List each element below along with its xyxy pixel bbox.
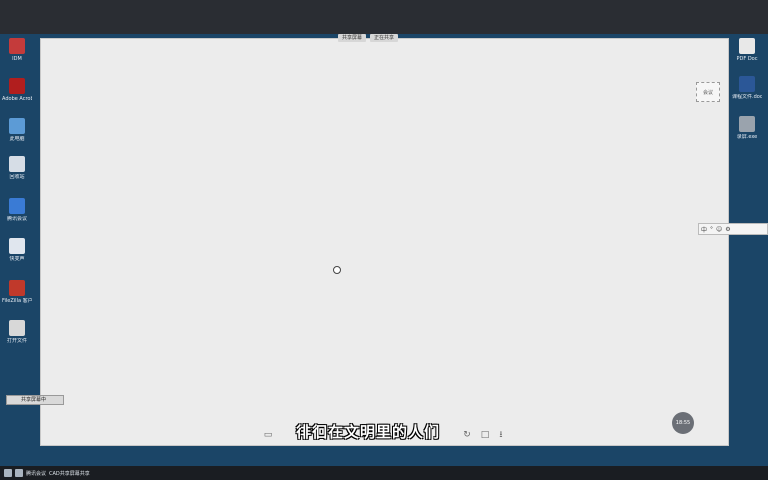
filezilla-icon <box>9 280 25 296</box>
desktop-icon-pdf[interactable]: PDF Doc <box>732 38 762 62</box>
ime-punct-icon[interactable]: ° <box>710 226 713 233</box>
word-file-icon <box>739 76 755 92</box>
share-toolbar: 共享屏幕 正在共享 <box>338 34 399 42</box>
desktop-icon-voice[interactable]: 快变声 <box>2 238 32 262</box>
desktop-icon-idm[interactable]: IDM <box>2 38 32 62</box>
caption-icon[interactable]: ▭ <box>263 430 273 440</box>
app-window[interactable] <box>40 38 729 446</box>
ime-emoji-icon[interactable]: ☺ <box>716 226 722 233</box>
desktop-icon-this-pc[interactable]: 此电脑 <box>2 118 32 142</box>
desktop-icon-docx[interactable]: 课程文件.docx <box>732 76 762 100</box>
ime-mode-icon[interactable]: 中 <box>701 225 707 234</box>
desktop-icon-recycle-bin[interactable]: 回收站 <box>2 156 32 180</box>
pdf-file-icon <box>739 38 755 54</box>
desktop-icon-filezilla[interactable]: FileZilla 客户端 <box>2 280 32 304</box>
computer-icon <box>9 118 25 134</box>
subtitle-caption: 徘徊在文明里的人们 <box>296 423 441 441</box>
top-bar <box>0 0 768 34</box>
tab-share-screen[interactable]: 共享屏幕 <box>338 34 367 42</box>
voice-icon <box>9 238 25 254</box>
taskbar: 腾讯会议 CAD共享屏幕共享 <box>0 466 768 480</box>
taskbar-item-meeting[interactable]: 腾讯会议 <box>26 470 46 477</box>
taskbar-item-cad[interactable]: CAD共享屏幕共享 <box>49 470 90 477</box>
rotate-icon[interactable]: ↻ <box>462 430 472 440</box>
acrobat-icon <box>9 78 25 94</box>
recycle-bin-icon <box>9 156 25 172</box>
timer-badge: 18:55 <box>672 412 694 434</box>
tab-sharing[interactable]: 正在共享 <box>370 34 399 42</box>
tencent-meeting-icon <box>9 198 25 214</box>
desktop-icon-acrobat[interactable]: Adobe Acrobat DC <box>2 78 32 102</box>
file-icon <box>9 320 25 336</box>
ime-toolbar[interactable]: 中 ° ☺ ⚙ <box>698 223 768 235</box>
crop-icon[interactable]: □ <box>480 430 490 440</box>
meeting-widget[interactable]: 会议 <box>696 82 720 102</box>
recorder-icon <box>739 116 755 132</box>
ime-settings-icon[interactable]: ⚙ <box>725 226 730 233</box>
download-icon[interactable]: ⭳ <box>496 430 506 440</box>
desktop-icon-recorder[interactable]: 录屏.exe <box>732 116 762 140</box>
windows-start-icon[interactable] <box>4 469 12 477</box>
desktop-icon-open-file[interactable]: 打开文件 <box>2 320 32 344</box>
share-tooltip: 共享屏幕中 <box>6 395 64 405</box>
shield-icon[interactable] <box>15 469 23 477</box>
idm-icon <box>9 38 25 54</box>
desktop-icon-tencent-meeting[interactable]: 腾讯会议 <box>2 198 32 222</box>
mouse-cursor-icon <box>333 266 341 274</box>
